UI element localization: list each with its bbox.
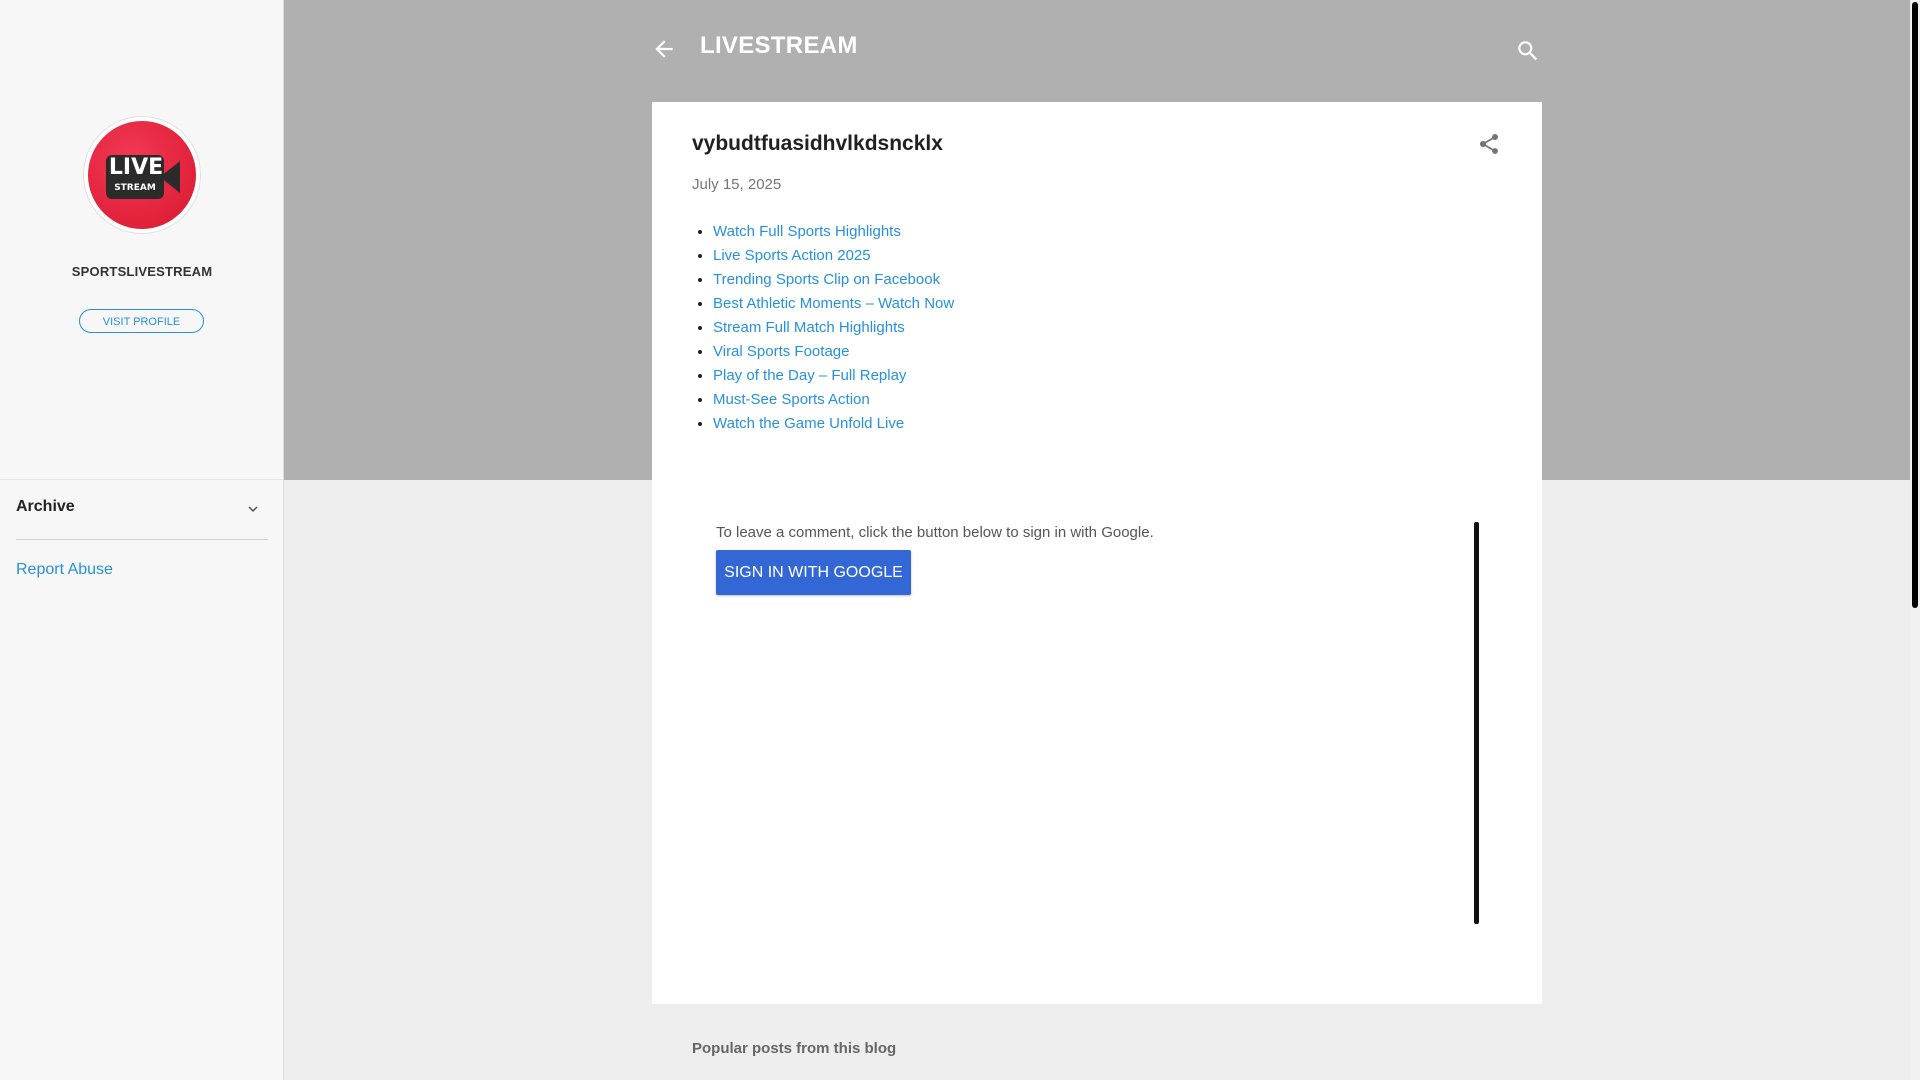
post-title: vybudtfuasidhvlkdsncklx: [692, 132, 943, 155]
list-item: Viral Sports Footage: [713, 340, 954, 364]
share-icon[interactable]: [1477, 132, 1501, 156]
comment-frame-scrollbar[interactable]: [1474, 522, 1479, 924]
visit-profile-button[interactable]: VISIT PROFILE: [79, 309, 204, 333]
popular-posts-heading: Popular posts from this blog: [692, 1040, 897, 1057]
list-item: Must-See Sports Action: [713, 388, 954, 412]
page-scrollbar[interactable]: [1910, 0, 1920, 1080]
logo-text-small: STREAM: [114, 183, 156, 193]
report-abuse-link[interactable]: Report Abuse: [16, 561, 113, 579]
comment-prompt: To leave a comment, click the button bel…: [716, 524, 1154, 541]
list-item: Watch Full Sports Highlights: [713, 220, 954, 244]
profile-section: [0, 0, 283, 480]
sidebar: LIVE STREAM SPORTSLIVESTREAM VISIT PROFI…: [0, 0, 284, 1080]
logo-text-big: LIVE: [108, 155, 164, 180]
post-link[interactable]: Viral Sports Footage: [713, 343, 849, 360]
list-item: Live Sports Action 2025: [713, 244, 954, 268]
list-item: Stream Full Match Highlights: [713, 316, 954, 340]
list-item: Best Athletic Moments – Watch Now: [713, 292, 954, 316]
arrow-left-icon[interactable]: [651, 36, 677, 62]
post-date: July 15, 2025: [692, 176, 782, 193]
post-link[interactable]: Live Sports Action 2025: [713, 247, 871, 264]
archive-label: Archive: [16, 498, 75, 515]
post-link[interactable]: Must-See Sports Action: [713, 391, 870, 408]
site-title[interactable]: LIVESTREAM: [700, 32, 858, 60]
post-link[interactable]: Watch Full Sports Highlights: [713, 223, 901, 240]
post-link[interactable]: Best Athletic Moments – Watch Now: [713, 295, 954, 312]
profile-name: SPORTSLIVESTREAM: [71, 264, 213, 279]
list-item: Watch the Game Unfold Live: [713, 412, 954, 436]
search-icon[interactable]: [1515, 38, 1541, 64]
livestream-logo-icon: LIVE STREAM: [88, 121, 196, 229]
list-item: Play of the Day – Full Replay: [713, 364, 954, 388]
chevron-down-icon: [248, 506, 258, 512]
post-card: vybudtfuasidhvlkdsncklx July 15, 2025 Wa…: [652, 102, 1542, 1004]
post-link[interactable]: Trending Sports Clip on Facebook: [713, 271, 940, 288]
list-item: Trending Sports Clip on Facebook: [713, 268, 954, 292]
post-link-list: Watch Full Sports Highlights Live Sports…: [692, 220, 954, 436]
post-link[interactable]: Watch the Game Unfold Live: [713, 415, 904, 432]
post-link[interactable]: Stream Full Match Highlights: [713, 319, 905, 336]
page-scrollbar-thumb[interactable]: [1912, 2, 1918, 608]
post-link[interactable]: Play of the Day – Full Replay: [713, 367, 906, 384]
sign-in-with-google-button[interactable]: SIGN IN WITH GOOGLE: [716, 550, 911, 595]
archive-toggle[interactable]: Archive: [16, 494, 268, 540]
avatar[interactable]: LIVE STREAM: [84, 117, 200, 233]
